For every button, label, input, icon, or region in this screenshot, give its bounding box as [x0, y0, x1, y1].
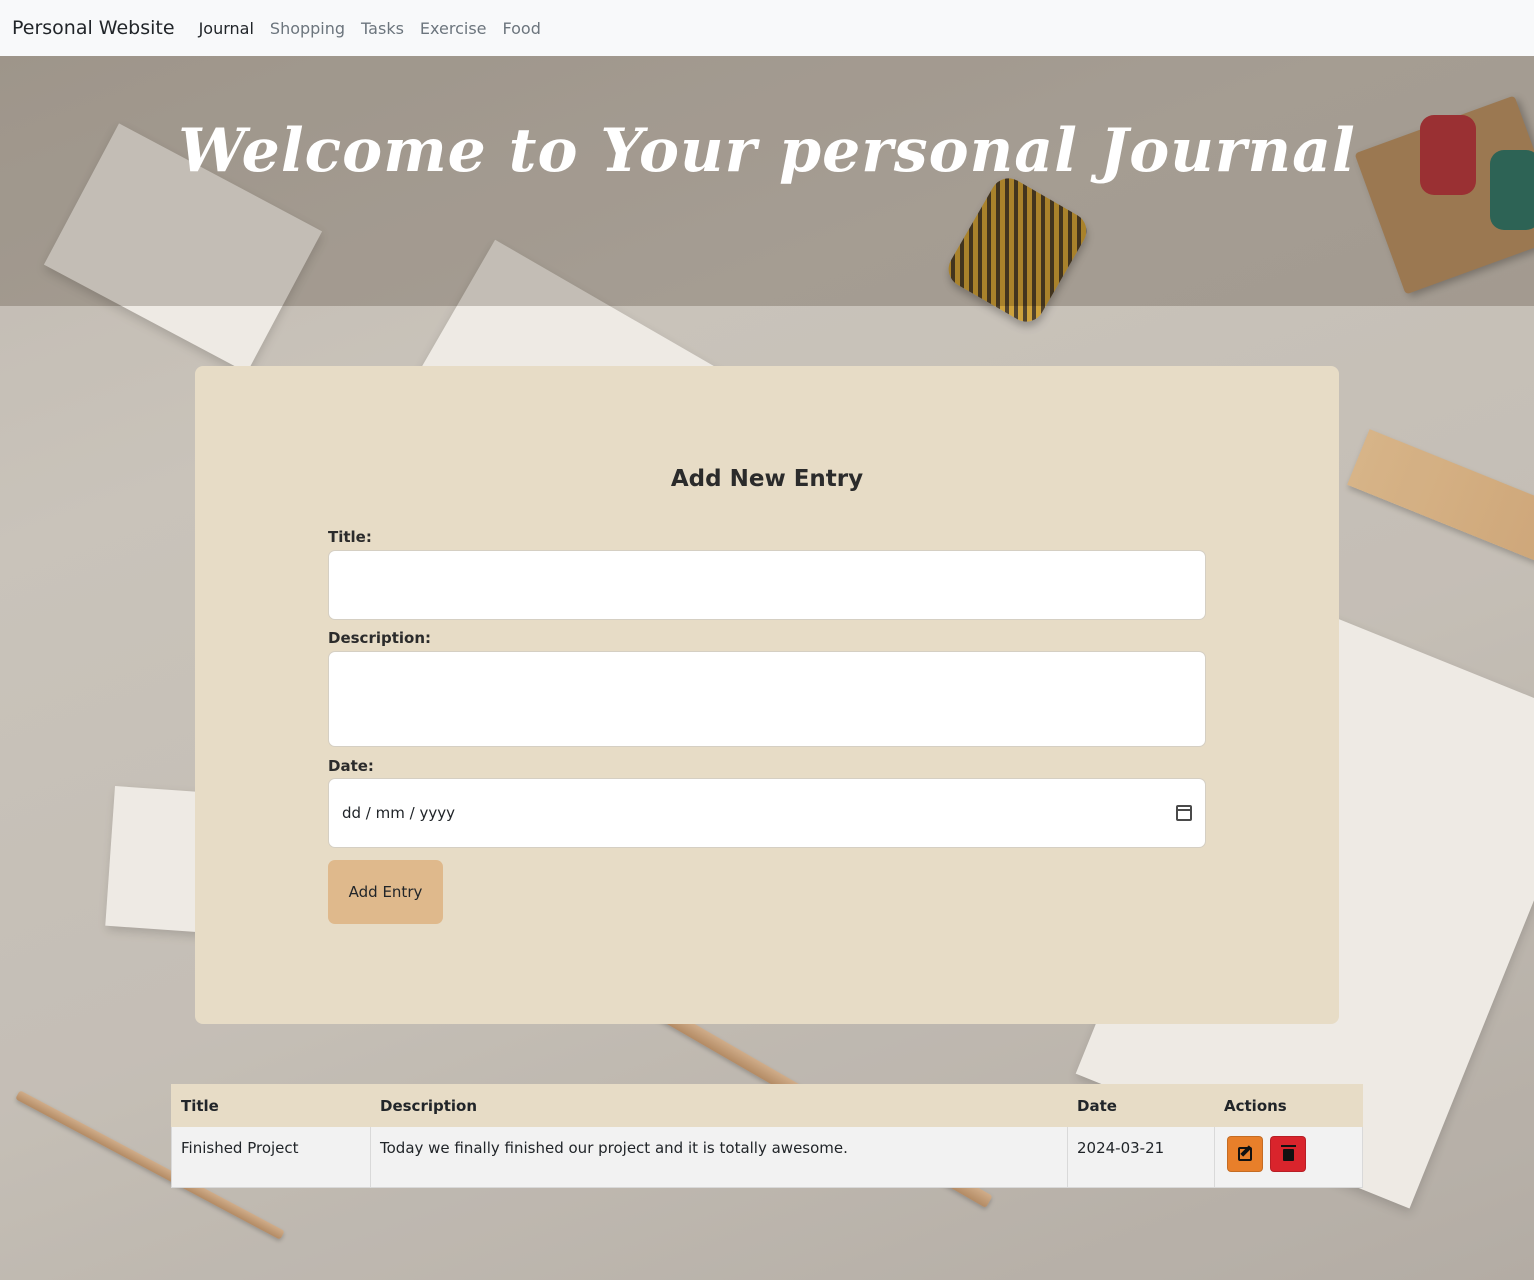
nav-link-tasks[interactable]: Tasks	[361, 19, 404, 38]
description-textarea[interactable]	[328, 651, 1206, 747]
edit-entry-button[interactable]	[1227, 1136, 1263, 1172]
top-navbar: Personal Website Journal Shopping Tasks …	[0, 0, 1534, 56]
nav-link-exercise[interactable]: Exercise	[420, 19, 487, 38]
edit-icon	[1238, 1147, 1252, 1161]
column-header-title: Title	[171, 1084, 371, 1127]
nav-link-food[interactable]: Food	[503, 19, 541, 38]
add-entry-heading: Add New Entry	[670, 466, 864, 492]
table-row: Finished Project Today we finally finish…	[171, 1126, 1363, 1188]
entry-actions-cell	[1214, 1126, 1363, 1188]
table-header-row: Title Description Date Actions	[171, 1084, 1363, 1127]
date-input[interactable]: dd / mm / yyyy	[328, 778, 1206, 848]
column-header-actions: Actions	[1214, 1084, 1363, 1127]
column-header-date: Date	[1067, 1084, 1215, 1127]
navbar-brand[interactable]: Personal Website	[12, 17, 175, 39]
title-input[interactable]	[328, 550, 1206, 620]
description-label: Description:	[328, 629, 432, 647]
hero-title: Welcome to Your personal Journal	[178, 116, 1356, 186]
column-header-description: Description	[370, 1084, 1068, 1127]
entries-table: Title Description Date Actions Finished …	[171, 1084, 1363, 1188]
title-label: Title:	[328, 528, 372, 546]
hero-banner: Welcome to Your personal Journal	[0, 56, 1534, 306]
add-entry-button[interactable]: Add Entry	[328, 860, 443, 924]
nav-link-journal[interactable]: Journal	[199, 19, 254, 38]
calendar-icon[interactable]	[1176, 805, 1192, 821]
date-label: Date:	[328, 757, 374, 775]
date-placeholder: dd / mm / yyyy	[342, 804, 455, 822]
nav-link-shopping[interactable]: Shopping	[270, 19, 345, 38]
add-entry-card: Add New Entry Title: Description: Date: …	[195, 366, 1339, 1024]
entry-title-cell: Finished Project	[171, 1126, 371, 1188]
entry-description-cell: Today we finally finished our project an…	[370, 1126, 1068, 1188]
delete-entry-button[interactable]	[1269, 1136, 1306, 1172]
trash-icon	[1280, 1145, 1296, 1161]
entry-date-cell: 2024-03-21	[1067, 1126, 1215, 1188]
